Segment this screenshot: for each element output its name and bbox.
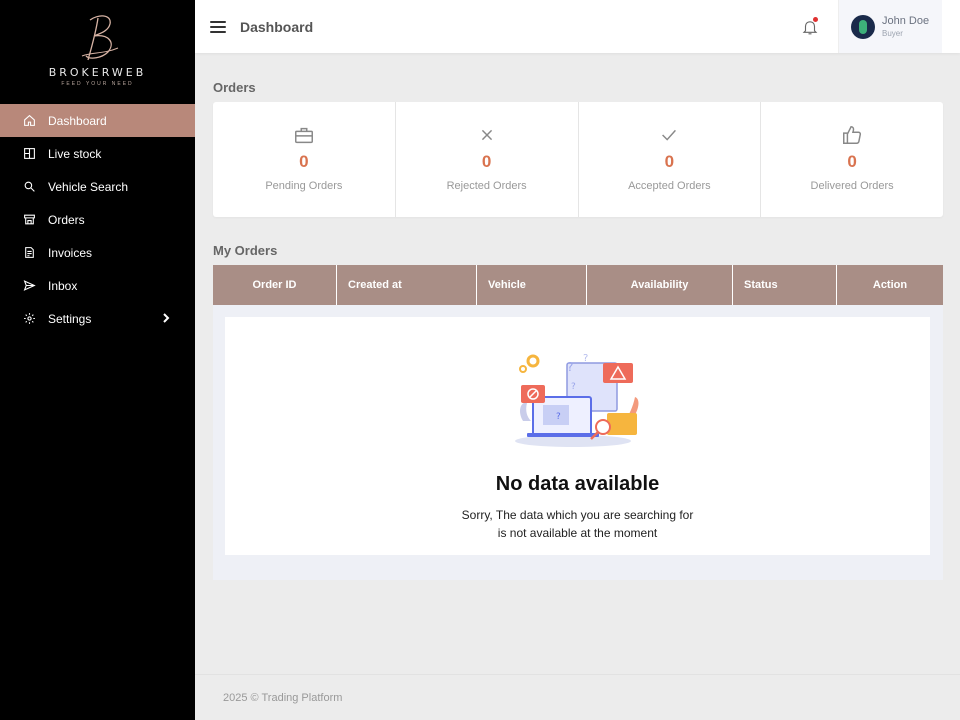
table-header: Order ID Created at Vehicle Availability…	[213, 265, 943, 305]
avatar	[851, 14, 875, 39]
column-header-status[interactable]: Status	[733, 265, 837, 305]
notification-dot	[813, 17, 818, 22]
empty-state-line-2: is not available at the moment	[497, 526, 658, 540]
empty-state-line-1: Sorry, The data which you are searching …	[461, 508, 694, 522]
svg-text:?: ?	[571, 382, 576, 392]
column-header-order-id[interactable]: Order ID	[213, 265, 337, 305]
stat-label: Rejected Orders	[446, 180, 527, 192]
user-name: John Doe	[882, 15, 930, 27]
logo-monogram-icon	[81, 15, 118, 61]
sidebar-nav: Dashboard Live stock Vehicle Search Orde…	[0, 104, 195, 335]
notification-bell-icon[interactable]	[801, 17, 819, 36]
brand-tagline: FEED YOUR NEED	[61, 81, 134, 87]
stat-label: Pending Orders	[265, 180, 343, 192]
sidebar-item-live-stock[interactable]: Live stock	[0, 137, 195, 170]
stat-delivered-orders[interactable]: 0 Delivered Orders	[761, 102, 943, 217]
brand-logo[interactable]: BROKERWEB FEED YOUR NEED	[0, 0, 195, 104]
invoice-icon	[22, 246, 36, 260]
column-header-created-at[interactable]: Created at	[337, 265, 477, 305]
column-header-availability[interactable]: Availability	[587, 265, 733, 305]
thumbs-up-icon	[841, 124, 863, 146]
stat-accepted-orders[interactable]: 0 Accepted Orders	[579, 102, 762, 217]
user-info: John Doe Buyer	[882, 15, 929, 38]
svg-text:?: ?	[567, 360, 573, 374]
sidebar: BROKERWEB FEED YOUR NEED Dashboard Live …	[0, 0, 195, 720]
x-icon	[476, 124, 498, 146]
sidebar-item-vehicle-search[interactable]: Vehicle Search	[0, 170, 195, 203]
gear-icon	[22, 312, 36, 326]
sidebar-item-label: Invoices	[48, 245, 93, 260]
grid-icon	[22, 147, 36, 161]
check-icon	[658, 124, 680, 146]
chevron-right-icon	[161, 312, 171, 324]
column-header-vehicle[interactable]: Vehicle	[477, 265, 587, 305]
my-orders-section-title: My Orders	[213, 243, 278, 258]
column-header-action[interactable]: Action	[837, 265, 943, 305]
stat-pending-orders[interactable]: 0 Pending Orders	[213, 102, 396, 217]
stat-value: 0	[299, 152, 309, 171]
stat-rejected-orders[interactable]: 0 Rejected Orders	[396, 102, 579, 217]
sidebar-item-orders[interactable]: Orders	[0, 203, 195, 236]
user-role: Buyer	[882, 29, 903, 38]
empty-state-message: Sorry, The data which you are searching …	[462, 506, 694, 542]
briefcase-icon	[293, 124, 315, 146]
send-icon	[22, 279, 36, 293]
page-footer: 2025 © Trading Platform	[195, 674, 960, 720]
sidebar-item-label: Settings	[48, 311, 92, 326]
sidebar-item-label: Live stock	[48, 146, 102, 161]
search-icon	[22, 180, 36, 194]
sidebar-item-label: Inbox	[48, 278, 78, 293]
svg-text:?: ?	[583, 353, 588, 364]
stat-label: Accepted Orders	[628, 180, 711, 192]
stat-value: 0	[481, 152, 492, 171]
sidebar-item-dashboard[interactable]: Dashboard	[0, 104, 195, 137]
empty-state-title: No data available	[495, 473, 660, 495]
home-icon	[22, 114, 36, 128]
menu-toggle-icon[interactable]	[210, 20, 226, 33]
sidebar-item-settings[interactable]: Settings	[0, 302, 195, 335]
footer-text: 2025 © Trading Platform	[223, 691, 343, 704]
order-stats-card: 0 Pending Orders 0 Rejected Orders 0 Acc…	[213, 102, 943, 217]
stat-value: 0	[664, 152, 675, 171]
no-data-illustration-icon: ? ? ? ?	[514, 353, 638, 447]
page-title: Dashboard	[240, 18, 314, 35]
svg-text:?: ?	[556, 412, 561, 422]
orders-table: Order ID Created at Vehicle Availability…	[213, 265, 943, 580]
sidebar-item-label: Dashboard	[48, 113, 107, 128]
sidebar-item-label: Vehicle Search	[48, 179, 129, 194]
sidebar-item-invoices[interactable]: Invoices	[0, 236, 195, 269]
stat-label: Delivered Orders	[810, 180, 894, 192]
user-menu[interactable]: John Doe Buyer	[838, 0, 942, 53]
sidebar-item-label: Orders	[48, 212, 85, 227]
brand-name: BROKERWEB	[48, 66, 147, 79]
empty-state: ? ? ? ? No data available Sorry, The dat…	[225, 317, 930, 555]
orders-section-title: Orders	[213, 80, 256, 95]
top-header: Dashboard John Doe Buyer	[195, 0, 960, 53]
sidebar-item-inbox[interactable]: Inbox	[0, 269, 195, 302]
stat-value: 0	[847, 152, 857, 171]
store-icon	[22, 213, 36, 227]
